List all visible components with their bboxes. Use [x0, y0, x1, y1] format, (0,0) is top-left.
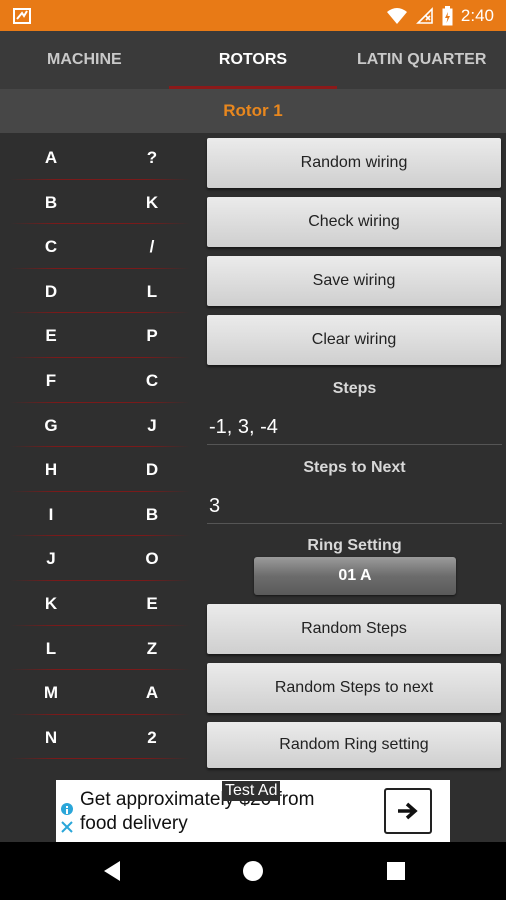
wiring-row[interactable]: N2 — [0, 715, 200, 760]
recents-icon — [387, 862, 405, 880]
clear-wiring-button[interactable]: Clear wiring — [207, 315, 501, 365]
divider — [10, 758, 190, 760]
random-ring-setting-button[interactable]: Random Ring setting — [207, 722, 501, 768]
wiring-row[interactable]: FC — [0, 358, 200, 403]
wiring-row[interactable]: KE — [0, 581, 200, 626]
home-button[interactable] — [223, 842, 283, 900]
wiring-input: N — [44, 727, 58, 747]
wiring-input: G — [44, 415, 58, 435]
ad-go-button[interactable] — [384, 788, 432, 834]
ad-banner[interactable]: Get approximately $20 from food delivery… — [56, 780, 450, 842]
wiring-row[interactable]: JO — [0, 536, 200, 581]
wiring-output: K — [145, 192, 159, 212]
wiring-input: E — [45, 326, 57, 346]
nav-bar — [0, 842, 506, 900]
recents-button[interactable] — [366, 842, 426, 900]
save-wiring-button[interactable]: Save wiring — [207, 256, 501, 306]
controls-panel: Random wiring Check wiring Save wiring C… — [207, 138, 502, 768]
wiring-row[interactable]: EP — [0, 313, 200, 358]
wiring-row[interactable]: BK — [0, 180, 200, 225]
wiring-input: K — [44, 593, 58, 613]
wiring-output: / — [149, 237, 155, 257]
wiring-output: Z — [146, 638, 158, 658]
wiring-output: B — [145, 504, 159, 524]
steps-to-next-field[interactable]: 3 — [207, 495, 502, 518]
steps-label: Steps — [332, 380, 377, 397]
home-icon — [243, 861, 263, 881]
wiring-input: L — [45, 638, 57, 658]
wiring-row[interactable]: LZ — [0, 626, 200, 671]
no-signal-icon — [415, 6, 433, 24]
steps-field[interactable]: -1, 3, -4 — [207, 416, 502, 439]
random-steps-button[interactable]: Random Steps — [207, 604, 501, 654]
wiring-row[interactable]: C / — [0, 224, 200, 269]
wiring-output: D — [145, 460, 159, 480]
wiring-row[interactable]: MA — [0, 670, 200, 715]
tab-bar: MACHINE ROTORS LATIN QUARTER — [0, 31, 506, 89]
steps-to-next-label: Steps to Next — [303, 459, 406, 476]
ad-line-2: food delivery — [80, 813, 188, 834]
wiring-output: E — [146, 593, 158, 613]
ring-setting-selector[interactable]: 01 A — [254, 557, 456, 595]
tab-rotors[interactable]: ROTORS — [168, 31, 338, 89]
wiring-input: D — [44, 281, 58, 301]
wiring-output: J — [147, 415, 157, 435]
wiring-output: ? — [146, 148, 158, 167]
battery-icon — [442, 5, 453, 25]
random-steps-to-next-button[interactable]: Random Steps to next — [207, 663, 501, 713]
wiring-input: I — [48, 504, 54, 524]
arrow-right-icon — [398, 802, 418, 820]
status-bar: 2:40 — [0, 0, 506, 31]
wiring-list: A? BK C / DL EP FC GJ HD IB JO KE LZ MA N… — [0, 135, 200, 760]
wiring-output: O — [145, 549, 159, 569]
tab-machine[interactable]: MACHINE — [0, 31, 169, 89]
check-wiring-button[interactable]: Check wiring — [207, 197, 501, 247]
status-time: 2:40 — [460, 5, 494, 25]
wiring-input: C — [44, 237, 58, 257]
wiring-output: L — [146, 281, 158, 301]
wiring-input: J — [46, 549, 56, 569]
test-ad-badge: Test Ad — [222, 781, 281, 801]
wiring-input: A — [44, 148, 58, 167]
wiring-row[interactable]: HD — [0, 447, 200, 492]
wiring-row[interactable]: IB — [0, 492, 200, 537]
wiring-output: A — [145, 683, 159, 703]
random-wiring-button[interactable]: Random wiring — [207, 138, 501, 188]
ad-choices-icon[interactable] — [60, 802, 74, 834]
wiring-input: H — [44, 460, 58, 480]
wiring-row[interactable]: GJ — [0, 403, 200, 448]
wifi-icon — [386, 7, 407, 24]
wiring-output: P — [146, 326, 158, 346]
wiring-input: B — [44, 192, 58, 212]
wiring-row[interactable]: A? — [0, 135, 200, 180]
wiring-row[interactable]: DL — [0, 269, 200, 314]
tab-latin-quarter[interactable]: LATIN QUARTER — [337, 31, 506, 89]
wiring-output: C — [145, 370, 159, 390]
wiring-input: M — [43, 683, 59, 703]
back-button[interactable] — [82, 842, 142, 900]
rotor-title: Rotor 1 — [223, 101, 283, 120]
wiring-input: F — [45, 370, 57, 390]
wiring-output: 2 — [147, 727, 157, 747]
rotor-header[interactable]: Rotor 1 — [0, 89, 506, 133]
app-icon — [13, 8, 31, 24]
back-icon — [104, 861, 120, 881]
ring-setting-label: Ring Setting — [307, 537, 402, 554]
